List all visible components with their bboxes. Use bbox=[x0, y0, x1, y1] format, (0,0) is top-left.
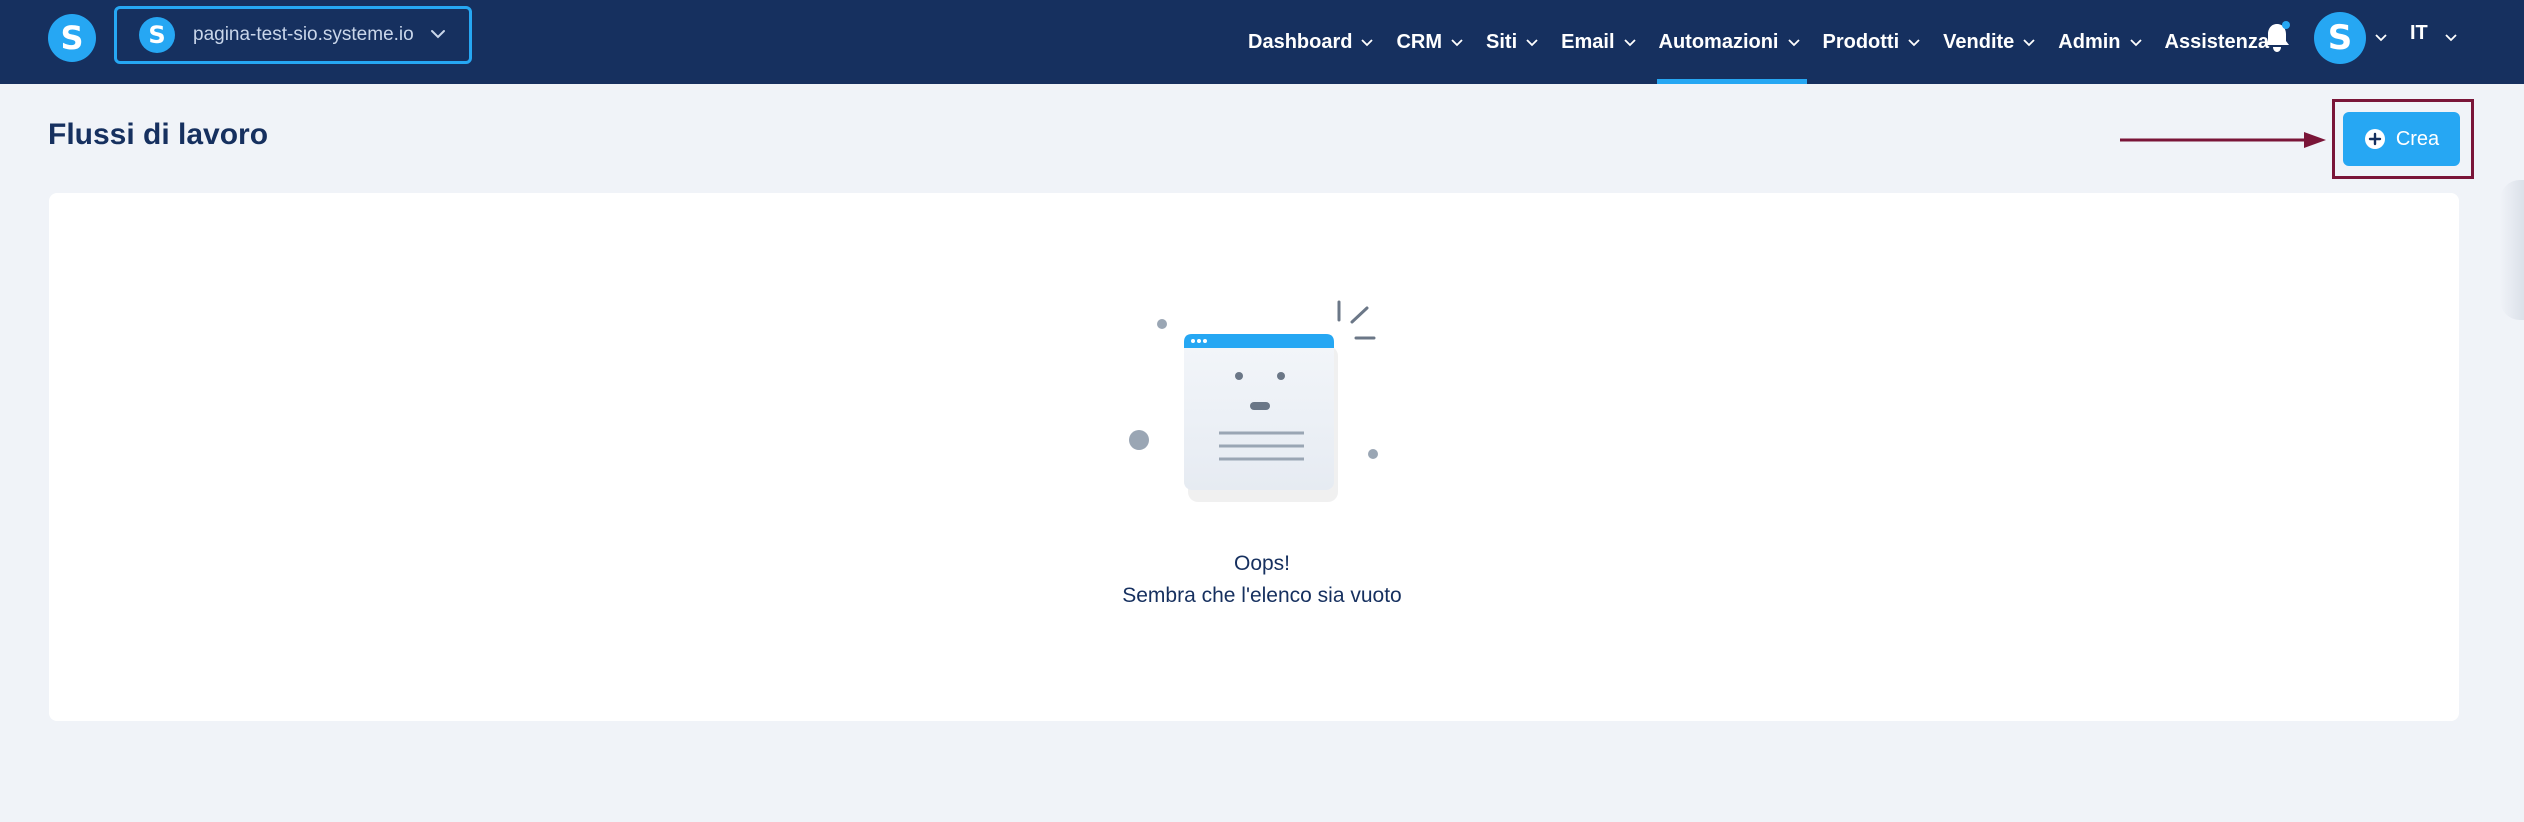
site-selector[interactable]: S pagina-test-sio.systeme.io bbox=[114, 6, 472, 64]
nav-item-label: Vendite bbox=[1943, 30, 2015, 53]
systeme-logo[interactable]: S bbox=[48, 14, 96, 62]
chevron-down-icon bbox=[431, 30, 445, 39]
user-avatar[interactable]: S bbox=[2314, 12, 2366, 64]
nav-item-label: Prodotti bbox=[1822, 30, 1900, 53]
nav-item-label: Admin bbox=[2058, 30, 2121, 53]
nav-item-admin[interactable]: Admin bbox=[2058, 0, 2142, 84]
nav-item-label: Siti bbox=[1486, 30, 1518, 53]
nav-item-label: Dashboard bbox=[1248, 30, 1353, 53]
chevron-down-icon bbox=[1908, 39, 1920, 47]
site-logo-letter: S bbox=[148, 21, 166, 49]
empty-list-illustration bbox=[1129, 300, 1378, 502]
nav-item-prodotti[interactable]: Prodotti bbox=[1823, 0, 1922, 84]
chevron-down-icon[interactable] bbox=[2444, 30, 2458, 44]
chevron-down-icon bbox=[1361, 39, 1374, 47]
nav-item-label: Automazioni bbox=[1658, 30, 1779, 53]
chevron-down-icon bbox=[1526, 39, 1538, 47]
annotation-arrow bbox=[2120, 132, 2326, 148]
nav-item-crm[interactable]: CRM bbox=[1396, 0, 1464, 84]
logo-letter: S bbox=[60, 19, 84, 57]
create-button[interactable]: Crea bbox=[2343, 112, 2460, 166]
bell-icon[interactable] bbox=[2262, 20, 2292, 54]
chevron-down-icon bbox=[2023, 39, 2035, 47]
nav-item-email[interactable]: Email bbox=[1561, 0, 1636, 84]
chevron-down-icon bbox=[1787, 39, 1800, 47]
nav-item-vendite[interactable]: Vendite bbox=[1943, 0, 2036, 84]
side-panel-edge bbox=[2500, 180, 2524, 320]
empty-state-message: Sembra che l'elenco sia vuoto bbox=[1122, 584, 1402, 607]
nav-item-assistenza[interactable]: Assistenza bbox=[2165, 0, 2270, 84]
chevron-down-icon bbox=[2129, 39, 2142, 47]
plus-circle-icon bbox=[2364, 129, 2385, 149]
nav-item-dashboard[interactable]: Dashboard bbox=[1248, 0, 1374, 84]
site-name: pagina-test-sio.systeme.io bbox=[193, 24, 414, 45]
avatar-letter: S bbox=[2327, 18, 2353, 58]
nav-item-siti[interactable]: Siti bbox=[1486, 0, 1539, 84]
language-selector[interactable]: IT bbox=[2410, 22, 2428, 45]
empty-state-title: Oops! bbox=[1233, 552, 1291, 575]
chevron-down-icon bbox=[1451, 39, 1463, 47]
chevron-down-icon bbox=[1623, 39, 1636, 47]
main-nav: Dashboard CRM Siti Email Automazioni Pro… bbox=[1248, 0, 2291, 84]
create-button-label: Crea bbox=[2395, 127, 2440, 150]
top-navbar: S S pagina-test-sio.systeme.io Dashboard… bbox=[0, 0, 2524, 84]
nav-item-label: CRM bbox=[1396, 30, 1443, 53]
site-logo: S bbox=[139, 17, 175, 53]
nav-item-label: Email bbox=[1561, 30, 1615, 53]
chevron-down-icon[interactable] bbox=[2374, 30, 2388, 44]
nav-item-automazioni[interactable]: Automazioni bbox=[1656, 0, 1807, 84]
nav-item-label: Assistenza bbox=[2164, 30, 2270, 53]
page-title: Flussi di lavoro bbox=[48, 118, 269, 151]
